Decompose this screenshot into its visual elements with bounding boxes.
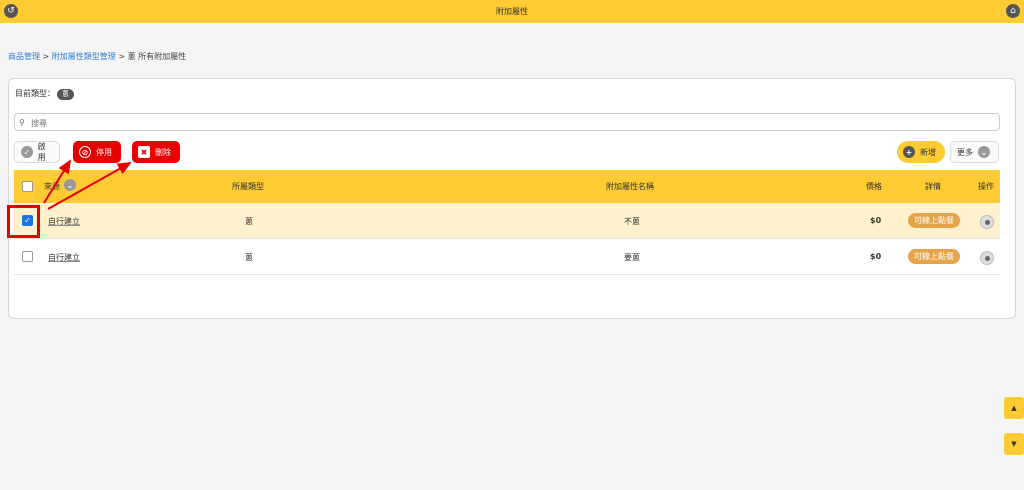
scroll-down-button[interactable]: ▼ — [1004, 433, 1024, 455]
annotation-arrow — [47, 162, 132, 210]
scroll-up-button[interactable]: ▲ — [1004, 397, 1024, 419]
annotation-arrow — [43, 159, 72, 204]
annotation-arrows — [43, 159, 132, 210]
